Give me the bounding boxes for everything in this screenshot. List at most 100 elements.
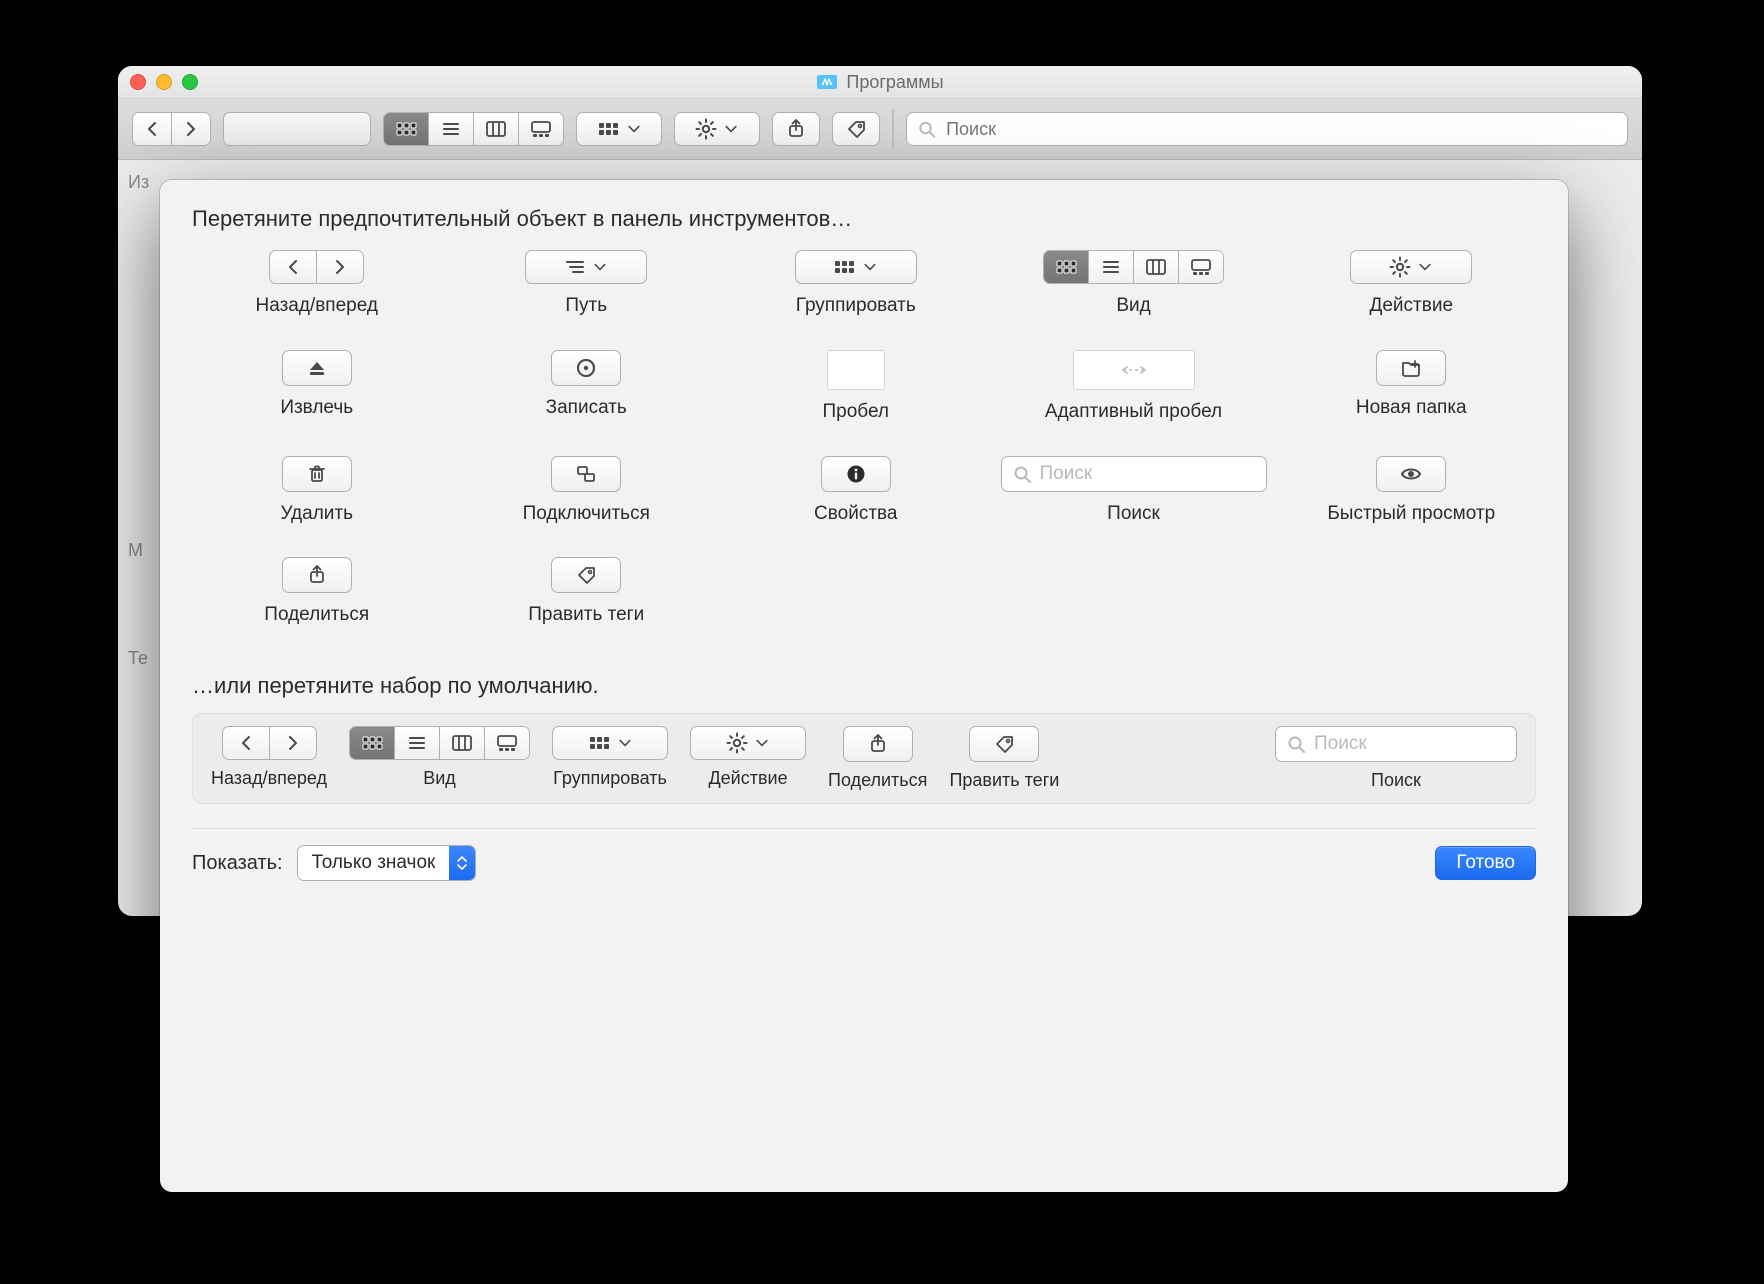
list-icon	[406, 733, 428, 753]
palette-action[interactable]: Действие	[1287, 250, 1537, 318]
space-placeholder	[827, 350, 885, 390]
select-stepper[interactable]	[449, 846, 475, 880]
palette-tags[interactable]: Править теги	[462, 557, 712, 627]
grid-icon	[395, 121, 418, 137]
sidebar-label: М	[128, 540, 143, 561]
share-button[interactable]	[772, 112, 820, 146]
tag-icon	[575, 564, 597, 586]
gallery-icon	[496, 733, 518, 753]
palette-label: Извлечь	[280, 396, 353, 420]
chevron-left-icon	[284, 257, 302, 277]
tags-button[interactable]	[832, 112, 880, 146]
default-view: Вид	[349, 726, 530, 789]
default-label: Вид	[423, 768, 456, 789]
default-toolbar-set[interactable]: Назад/вперед Вид Группировать Дейст	[192, 713, 1536, 804]
customize-toolbar-sheet: Перетяните предпочтительный объект в пан…	[160, 180, 1568, 1192]
toolbar-divider	[892, 109, 894, 149]
list-icon	[1100, 257, 1122, 277]
palette-flex-space[interactable]: Адаптивный пробел	[1001, 350, 1267, 424]
default-label: Группировать	[553, 768, 667, 789]
chevron-right-icon	[284, 733, 302, 753]
search-placeholder-text: Поиск	[1040, 463, 1093, 485]
columns-icon	[485, 119, 507, 139]
columns-icon	[1145, 257, 1167, 277]
gear-icon	[695, 118, 717, 140]
palette-eject[interactable]: Извлечь	[192, 350, 442, 420]
gear-icon	[726, 732, 748, 754]
palette-label: Поиск	[1107, 502, 1160, 526]
view-segment	[383, 112, 564, 146]
palette-quicklook[interactable]: Быстрый просмотр	[1287, 456, 1537, 526]
chevron-down-icon	[1417, 259, 1433, 275]
default-action: Действие	[690, 726, 806, 789]
eject-icon	[306, 358, 328, 378]
toolbar-item-palette: Назад/вперед Путь Группировать Вид	[192, 250, 1536, 627]
palette-label: Группировать	[796, 294, 916, 318]
sidebar-label: Из	[128, 172, 149, 193]
action-dropdown[interactable]	[674, 112, 760, 146]
palette-delete[interactable]: Удалить	[192, 456, 442, 526]
grid-icon	[1055, 259, 1078, 275]
palette-burn[interactable]: Записать	[462, 350, 712, 420]
forward-button[interactable]	[172, 113, 210, 145]
window-title-text: Программы	[846, 72, 943, 93]
titlebar: Программы	[118, 66, 1642, 99]
default-tags: Править теги	[949, 726, 1059, 791]
palette-label: Действие	[1369, 294, 1453, 318]
palette-path[interactable]: Путь	[462, 250, 712, 318]
palette-new-folder[interactable]: Новая папка	[1287, 350, 1537, 420]
group-dropdown[interactable]	[576, 112, 662, 146]
palette-label: Удалить	[280, 502, 353, 526]
toolbar	[118, 99, 1642, 160]
gallery-icon	[1190, 257, 1212, 277]
search-input[interactable]	[944, 118, 1617, 141]
back-button[interactable]	[133, 113, 172, 145]
default-search: Поиск Поиск	[1275, 726, 1517, 791]
chevron-down-icon	[457, 864, 467, 871]
chevron-right-icon	[182, 119, 200, 139]
share-icon	[785, 118, 807, 140]
palette-info[interactable]: Свойства	[731, 456, 981, 526]
chevron-down-icon	[626, 121, 642, 137]
view-columns-button[interactable]	[474, 113, 519, 145]
palette-search[interactable]: Поиск Поиск	[1001, 456, 1267, 526]
palette-label: Вид	[1116, 294, 1150, 318]
default-instruction: …или перетяните набор по умолчанию.	[192, 673, 1536, 699]
palette-space[interactable]: Пробел	[731, 350, 981, 424]
chevron-left-icon	[237, 733, 255, 753]
palette-connect[interactable]: Подключиться	[462, 456, 712, 526]
show-mode-select[interactable]: Только значок	[297, 845, 477, 881]
default-back-forward: Назад/вперед	[211, 726, 327, 789]
default-share: Поделиться	[828, 726, 927, 791]
chevron-right-icon	[331, 257, 349, 277]
search-placeholder-text: Поиск	[1314, 733, 1367, 755]
trash-icon	[306, 463, 328, 485]
default-label: Поиск	[1371, 770, 1421, 791]
palette-group[interactable]: Группировать	[731, 250, 981, 318]
palette-view[interactable]: Вид	[1001, 250, 1267, 318]
view-list-button[interactable]	[429, 113, 474, 145]
palette-label: Адаптивный пробел	[1045, 400, 1222, 424]
palette-label: Новая папка	[1356, 396, 1467, 420]
show-mode-value: Только значок	[298, 852, 450, 874]
drag-instruction: Перетяните предпочтительный объект в пан…	[192, 206, 1536, 232]
show-label: Показать:	[192, 852, 283, 875]
burn-icon	[575, 357, 597, 379]
list-indent-icon	[564, 257, 586, 277]
search-icon	[1286, 734, 1306, 754]
default-label: Править теги	[949, 770, 1059, 791]
view-gallery-button[interactable]	[519, 113, 563, 145]
chevron-down-icon	[617, 735, 633, 751]
palette-label: Назад/вперед	[256, 294, 378, 318]
view-icons-button[interactable]	[384, 113, 429, 145]
done-button[interactable]: Готово	[1435, 846, 1536, 880]
palette-back-forward[interactable]: Назад/вперед	[192, 250, 442, 318]
palette-share[interactable]: Поделиться	[192, 557, 442, 627]
back-forward-segment	[132, 112, 211, 146]
share-icon	[306, 564, 328, 586]
connect-icon	[575, 463, 597, 485]
search-field[interactable]	[906, 112, 1628, 146]
default-label: Поделиться	[828, 770, 927, 791]
path-button[interactable]	[223, 112, 371, 146]
eye-icon	[1399, 463, 1423, 485]
